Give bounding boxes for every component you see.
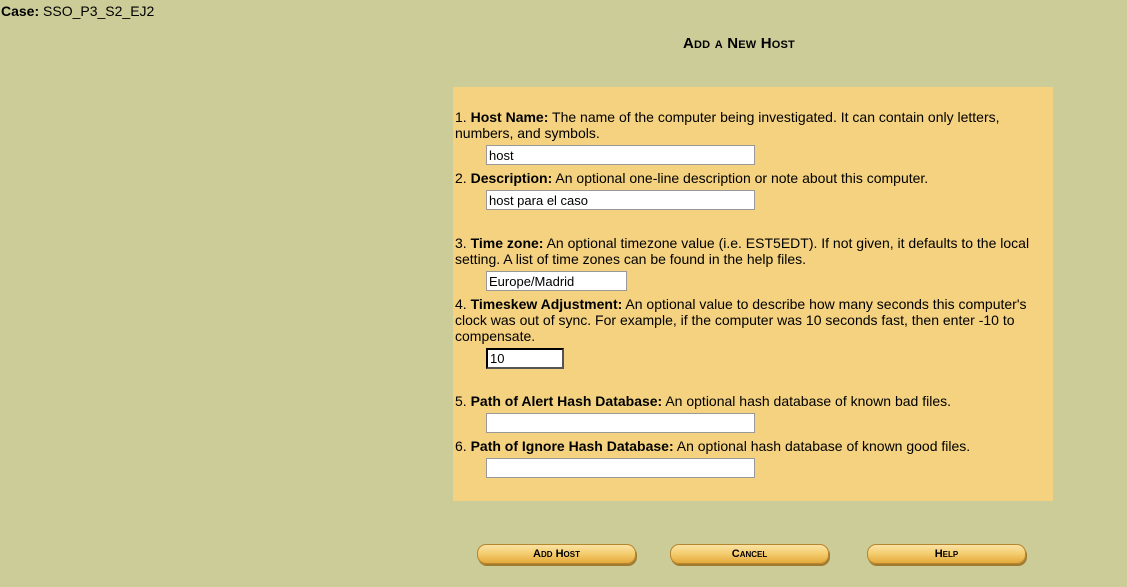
field-number: 2. xyxy=(455,170,467,186)
field-number: 1. xyxy=(455,109,467,125)
field-label: Path of Alert Hash Database: xyxy=(470,393,663,409)
field-label: Time zone: xyxy=(470,235,544,251)
ignore-hash-description: 6. Path of Ignore Hash Database: An opti… xyxy=(455,438,1045,454)
timeskew-input[interactable] xyxy=(486,348,564,369)
field-label: Host Name: xyxy=(470,109,549,125)
field-help-text: An optional one-line description or note… xyxy=(555,170,929,186)
time-zone-description: 3. Time zone: An optional timezone value… xyxy=(455,235,1045,267)
host-name-description: 1. Host Name: The name of the computer b… xyxy=(455,109,1045,141)
field-label: Description: xyxy=(470,170,553,186)
time-zone-input[interactable] xyxy=(486,271,627,291)
alert-hash-description: 5. Path of Alert Hash Database: An optio… xyxy=(455,393,1045,409)
field-label: Timeskew Adjustment: xyxy=(470,296,623,312)
description-description: 2. Description: An optional one-line des… xyxy=(455,170,1045,186)
page-title: Add a New Host xyxy=(683,35,795,52)
field-label: Path of Ignore Hash Database: xyxy=(470,438,674,454)
case-label: Case: SSO_P3_S2_EJ2 xyxy=(1,3,154,19)
field-number: 6. xyxy=(455,438,467,454)
cancel-button[interactable]: Cancel xyxy=(670,544,829,564)
help-button[interactable]: Help xyxy=(867,544,1026,564)
field-number: 5. xyxy=(455,393,467,409)
timeskew-description: 4. Timeskew Adjustment: An optional valu… xyxy=(455,296,1045,344)
alert-hash-db-input[interactable] xyxy=(486,413,755,433)
case-label-key: Case: xyxy=(1,3,40,19)
field-help-text: An optional hash database of known bad f… xyxy=(665,393,951,409)
field-help-text: An optional hash database of known good … xyxy=(676,438,971,454)
add-host-button[interactable]: Add Host xyxy=(477,544,636,564)
field-number: 4. xyxy=(455,296,467,312)
host-name-input[interactable] xyxy=(486,145,755,165)
case-name: SSO_P3_S2_EJ2 xyxy=(43,3,155,19)
ignore-hash-db-input[interactable] xyxy=(486,458,755,478)
add-host-form: 1. Host Name: The name of the computer b… xyxy=(453,87,1053,501)
field-number: 3. xyxy=(455,235,467,251)
description-input[interactable] xyxy=(486,190,755,210)
